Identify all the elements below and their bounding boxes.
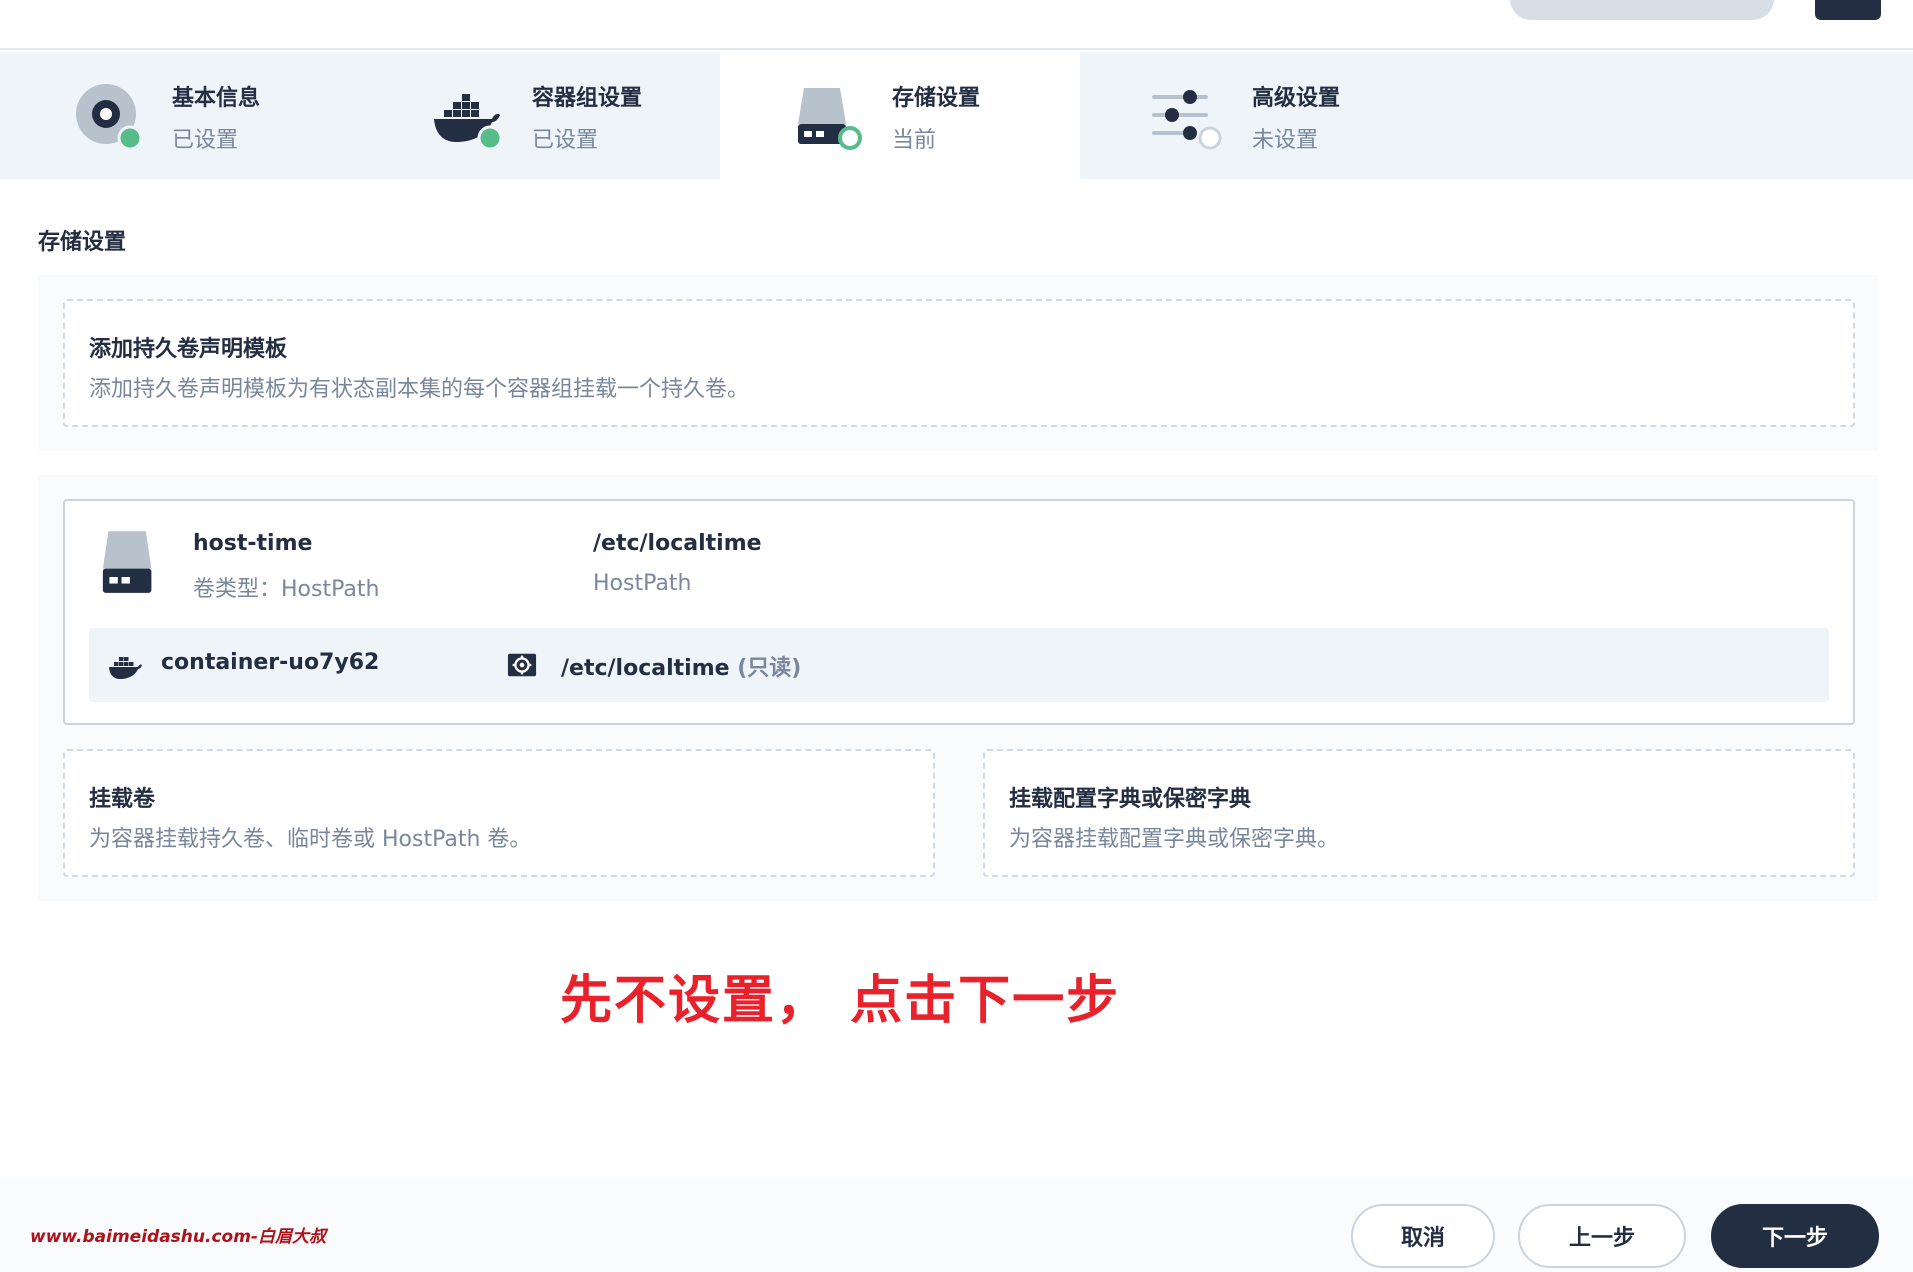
step-title: 存储设置 xyxy=(892,86,981,111)
docker-icon xyxy=(434,94,502,151)
volume-path: /etc/localtime xyxy=(593,531,762,556)
disc-icon xyxy=(76,84,142,151)
volume-name: host-time xyxy=(193,531,313,556)
section-title: 存储设置 xyxy=(38,230,127,255)
cancel-button[interactable]: 取消 xyxy=(1351,1204,1495,1268)
docker-icon xyxy=(109,657,142,679)
mount-mode: (只读) xyxy=(737,656,802,681)
step-title: 高级设置 xyxy=(1252,86,1341,111)
storage-icon xyxy=(102,531,152,593)
top-bar xyxy=(0,0,1913,50)
volume-card[interactable]: host-time 卷类型：HostPath /etc/localtime Ho… xyxy=(63,499,1855,725)
card-description: 为容器挂载配置字典或保密字典。 xyxy=(1009,827,1340,852)
step-status: 当前 xyxy=(892,128,937,153)
card-title: 挂载配置字典或保密字典 xyxy=(1009,787,1252,812)
volume-path-type: HostPath xyxy=(593,571,692,596)
add-pvc-template-card[interactable]: 添加持久卷声明模板 添加持久卷声明模板为有状态副本集的每个容器组挂载一个持久卷。 xyxy=(63,299,1855,427)
mount-path-value: /etc/localtime xyxy=(561,656,730,681)
step-advanced-settings[interactable]: 高级设置 未设置 xyxy=(1080,52,1440,179)
step-basic-info[interactable]: 基本信息 已设置 xyxy=(0,52,360,179)
container-name: container-uo7y62 xyxy=(161,650,380,675)
storage-icon xyxy=(798,88,862,150)
top-close-button[interactable] xyxy=(1815,0,1881,20)
previous-step-button[interactable]: 上一步 xyxy=(1518,1204,1686,1268)
step-title: 容器组设置 xyxy=(532,86,643,111)
step-status: 已设置 xyxy=(532,128,599,153)
card-description: 添加持久卷声明模板为有状态副本集的每个容器组挂载一个持久卷。 xyxy=(89,377,750,402)
sliders-icon xyxy=(1152,90,1222,150)
annotation-text: 先不设置， 点击下一步 xyxy=(560,971,1121,1031)
mount-config-card[interactable]: 挂载配置字典或保密字典 为容器挂载配置字典或保密字典。 xyxy=(983,749,1855,877)
mount-volume-card[interactable]: 挂载卷 为容器挂载持久卷、临时卷或 HostPath 卷。 xyxy=(63,749,935,877)
pvc-template-panel: 添加持久卷声明模板 添加持久卷声明模板为有状态副本集的每个容器组挂载一个持久卷。 xyxy=(38,275,1878,451)
card-title: 添加持久卷声明模板 xyxy=(89,337,288,362)
step-status: 已设置 xyxy=(172,128,239,153)
volume-type: 卷类型：HostPath xyxy=(193,577,380,602)
step-tabs: 基本信息 已设置 容器组设置 已设置 存储设置 当前 高级设置 未设置 xyxy=(0,52,1913,179)
mount-gear-icon xyxy=(507,653,537,677)
top-search-pill[interactable] xyxy=(1510,0,1774,20)
next-step-button[interactable]: 下一步 xyxy=(1711,1204,1879,1268)
step-status: 未设置 xyxy=(1252,128,1319,153)
mount-path: /etc/localtime (只读) xyxy=(561,650,801,682)
step-title: 基本信息 xyxy=(172,86,261,111)
card-title: 挂载卷 xyxy=(89,787,156,812)
mount-row: container-uo7y62 /etc/localtime (只读) xyxy=(89,628,1829,702)
card-description: 为容器挂载持久卷、临时卷或 HostPath 卷。 xyxy=(89,827,532,852)
watermark-text: www.baimeidashu.com-白眉大叔 xyxy=(30,1227,326,1247)
step-pod-settings[interactable]: 容器组设置 已设置 xyxy=(360,52,720,179)
step-storage-settings[interactable]: 存储设置 当前 xyxy=(720,52,1080,179)
